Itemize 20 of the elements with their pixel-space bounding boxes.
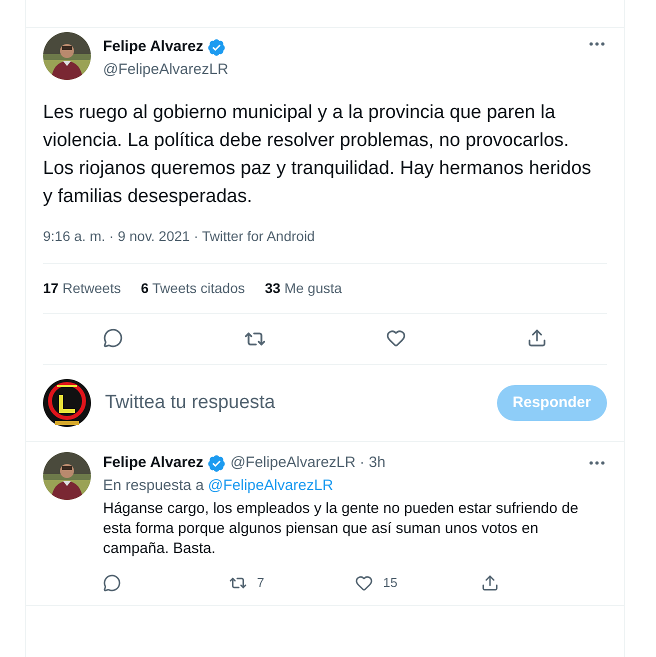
author-handle[interactable]: @FelipeAlvarezLR: [230, 452, 356, 474]
action-count: 7: [257, 574, 264, 592]
stat-link[interactable]: 6 Tweets citados: [140, 278, 245, 299]
share-icon[interactable]: [526, 328, 547, 348]
tweet-text: Les ruego al gobierno municipal y a la provincia que paren la violencia. La política debe resolver problemas, no provocarlos. Los riojanos queremos paz y tranquilidad. Hay hermanos heridos y familias desesperadas.: [43, 101, 592, 209]
stat-link[interactable]: 33 Me gusta: [264, 278, 342, 299]
stat-link[interactable]: 17 Retweets: [43, 278, 121, 299]
author-name[interactable]: Felipe Alvarez: [103, 452, 204, 474]
tweet-time: · 3h: [360, 453, 386, 473]
author-name[interactable]: Felipe Alvarez: [103, 36, 204, 58]
reply-text: Háganse cargo, los empleados y la gente no pueden estar sufriendo de esta forma porque algunos piensan que así suman unos votos en campaña. Basta.: [103, 499, 580, 559]
heart-icon[interactable]: [386, 328, 406, 348]
reply-icon[interactable]: [103, 328, 124, 348]
reply-icon[interactable]: [103, 574, 121, 592]
replying-to-text: En respuesta a: [103, 476, 204, 496]
action-count: 15: [383, 574, 398, 592]
tweet-meta: 9:16 a. m. · 9 nov. 2021 · Twitter for Android: [43, 228, 315, 244]
share-icon[interactable]: [481, 574, 499, 592]
author-handle[interactable]: @FelipeAlvarezLR: [103, 58, 575, 81]
heart-icon[interactable]: [355, 574, 373, 592]
